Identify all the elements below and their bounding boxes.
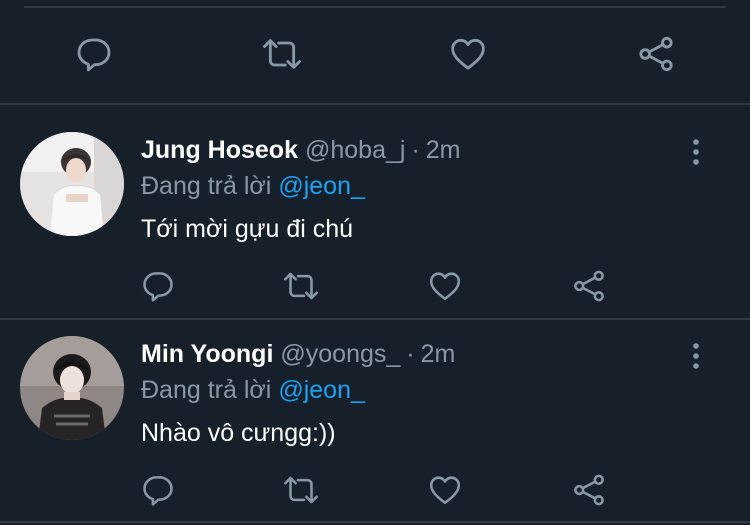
- retweet-icon[interactable]: [281, 472, 321, 508]
- avatar[interactable]: [20, 132, 124, 236]
- reply-tweet[interactable]: Jung Hoseok @hoba_j · 2m Đang trả lời @jeon_…: [0, 132, 750, 332]
- divider: [0, 103, 750, 105]
- retweet-icon[interactable]: [260, 34, 304, 74]
- separator-dot: ·: [411, 136, 420, 164]
- heart-icon[interactable]: [447, 34, 489, 74]
- timestamp[interactable]: 2m: [421, 340, 456, 368]
- replying-to: Đang trả lời @jeon_: [141, 373, 365, 407]
- share-icon[interactable]: [571, 268, 607, 304]
- divider: [0, 521, 750, 523]
- divider: [0, 318, 750, 320]
- share-icon[interactable]: [636, 34, 676, 74]
- replying-to-label: Đang trả lời: [141, 172, 272, 200]
- avatar[interactable]: [20, 336, 124, 440]
- comment-icon[interactable]: [140, 472, 176, 508]
- mention-link[interactable]: @jeon_: [278, 376, 365, 404]
- mention-link[interactable]: @jeon_: [278, 172, 365, 200]
- share-icon[interactable]: [571, 472, 607, 508]
- reply-header: Jung Hoseok @hoba_j · 2m: [141, 133, 461, 167]
- main-tweet-action-bar: [0, 28, 750, 84]
- user-name[interactable]: Jung Hoseok: [141, 136, 298, 164]
- timestamp[interactable]: 2m: [426, 136, 461, 164]
- separator-dot: ·: [406, 340, 415, 368]
- user-name[interactable]: Min Yoongi: [141, 340, 273, 368]
- reply-header: Min Yoongi @yoongs_ · 2m: [141, 337, 455, 371]
- user-handle[interactable]: @hoba_j: [305, 136, 405, 164]
- comment-icon[interactable]: [140, 268, 176, 304]
- user-handle[interactable]: @yoongs_: [280, 340, 400, 368]
- replying-to-label: Đang trả lời: [141, 376, 272, 404]
- divider: [24, 6, 726, 8]
- more-vertical-icon[interactable]: [684, 138, 708, 166]
- tweet-text: Nhào vô cưngg:)): [141, 419, 336, 447]
- reply-tweet[interactable]: Min Yoongi @yoongs_ · 2m Đang trả lời @jeon_…: [0, 336, 750, 525]
- tweet-text: Tới mời gựu đi chú: [141, 215, 354, 243]
- heart-icon[interactable]: [427, 472, 463, 508]
- heart-icon[interactable]: [427, 268, 463, 304]
- comment-icon[interactable]: [74, 34, 114, 74]
- retweet-icon[interactable]: [281, 268, 321, 304]
- replying-to: Đang trả lời @jeon_: [141, 169, 365, 203]
- tweet-thread: Jung Hoseok @hoba_j · 2m Đang trả lời @jeon_…: [0, 0, 750, 525]
- more-vertical-icon[interactable]: [684, 342, 708, 370]
